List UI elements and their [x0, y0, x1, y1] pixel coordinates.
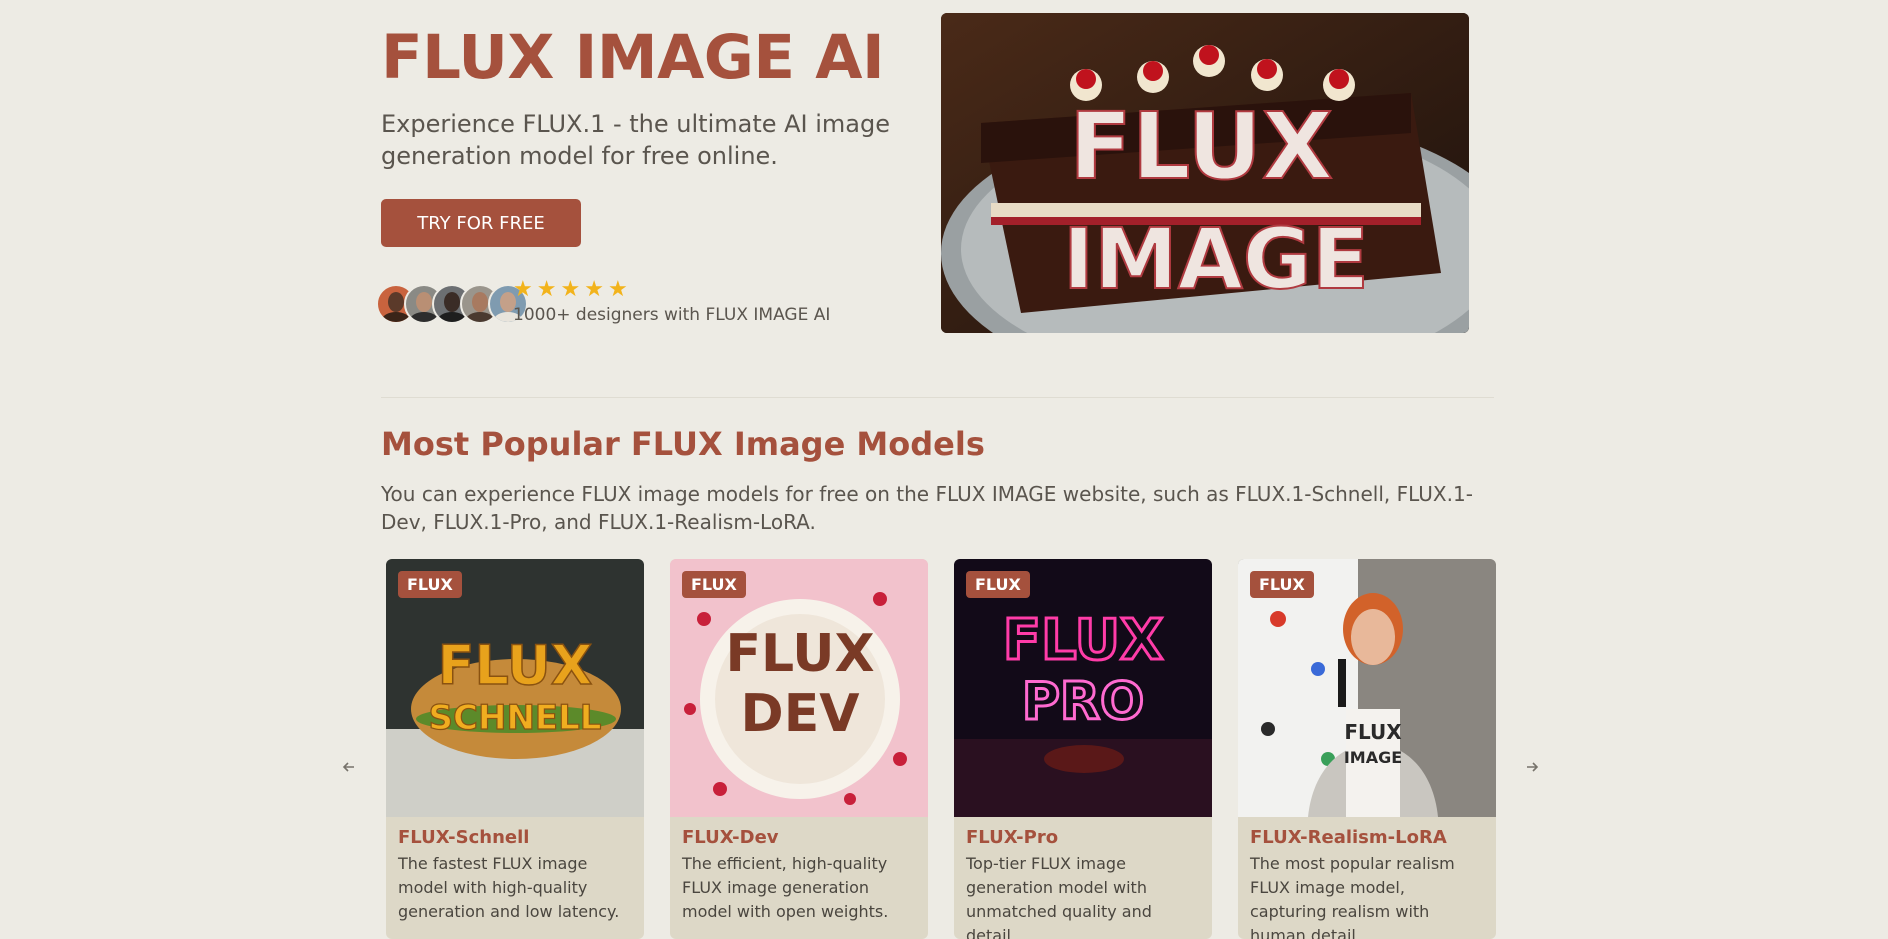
- model-card-title: FLUX-Schnell: [398, 827, 530, 848]
- hero-subtitle: Experience FLUX.1 - the ultimate AI imag…: [381, 110, 891, 170]
- model-card-title: FLUX-Pro: [966, 827, 1059, 848]
- model-badge: FLUX: [1250, 571, 1314, 598]
- model-card-image: FLUX PRO FLUX: [954, 559, 1212, 817]
- hero-image: FLUX IMAGE: [941, 13, 1469, 333]
- model-badge: FLUX: [682, 571, 746, 598]
- model-badge: FLUX: [398, 571, 462, 598]
- model-card-description: Top-tier FLUX image generation model wit…: [966, 854, 1152, 939]
- star-icon: ★: [536, 277, 557, 302]
- card-image-text: SCHNELL: [429, 698, 602, 738]
- models-section-title: Most Popular FLUX Image Models: [381, 425, 985, 463]
- user-avatars: [376, 284, 528, 324]
- model-card-description: The most popular realism FLUX image mode…: [1250, 854, 1455, 939]
- section-divider: [381, 397, 1494, 398]
- model-card-dev[interactable]: FLUX DEV FLUX FLUX-Dev The efficient, hi…: [670, 559, 928, 939]
- try-for-free-button[interactable]: TRY FOR FREE: [381, 199, 581, 247]
- hero-title: FLUX IMAGE AI: [381, 22, 885, 93]
- card-image-text: IMAGE: [1344, 748, 1402, 767]
- model-card-title: FLUX-Realism-LoRA: [1250, 827, 1447, 848]
- hero-section: FLUX IMAGE AI Experience FLUX.1 - the ul…: [381, 18, 901, 172]
- model-card-description: The fastest FLUX image model with high-q…: [398, 854, 620, 921]
- model-card-image: FLUX SCHNELL FLUX: [386, 559, 644, 817]
- star-icon: ★: [584, 277, 604, 302]
- arrow-right-icon: [1527, 762, 1539, 772]
- card-image-text: PRO: [1022, 672, 1144, 732]
- card-image-text: DEV: [741, 684, 860, 744]
- models-section-description: You can experience FLUX image models for…: [381, 482, 1473, 534]
- model-card-pro[interactable]: FLUX PRO FLUX FLUX-Pro Top-tier FLUX ima…: [954, 559, 1212, 939]
- card-image-text: FLUX: [725, 624, 874, 684]
- arrow-left-icon: [342, 762, 354, 772]
- hero-image-word-top: FLUX: [1069, 93, 1333, 200]
- carousel-next-button[interactable]: [1520, 755, 1544, 779]
- model-badge: FLUX: [966, 571, 1030, 598]
- card-image-text: FLUX: [1344, 720, 1402, 744]
- model-card-description: The efficient, high-quality FLUX image g…: [682, 854, 889, 921]
- rating-stars: ★ ★ ★ ★ ★: [513, 278, 628, 302]
- carousel-prev-button[interactable]: [337, 755, 361, 779]
- card-image-text: FLUX: [438, 634, 593, 697]
- star-icon: ★: [513, 277, 533, 302]
- model-card-realism-lora[interactable]: FLUX IMAGE FLUX FLUX-Realism-LoRA The mo…: [1238, 559, 1496, 939]
- model-card-image: FLUX IMAGE FLUX: [1238, 559, 1496, 817]
- model-card-schnell[interactable]: FLUX SCHNELL FLUX FLUX-Schnell The faste…: [386, 559, 644, 939]
- card-image-text: FLUX: [1003, 608, 1164, 673]
- star-icon: ★: [560, 277, 581, 302]
- model-card-title: FLUX-Dev: [682, 827, 779, 848]
- hero-image-word-bottom: IMAGE: [1063, 210, 1369, 308]
- star-icon: ★: [607, 277, 628, 302]
- rating-text: 1000+ designers with FLUX IMAGE AI: [513, 305, 831, 325]
- model-card-image: FLUX DEV FLUX: [670, 559, 928, 817]
